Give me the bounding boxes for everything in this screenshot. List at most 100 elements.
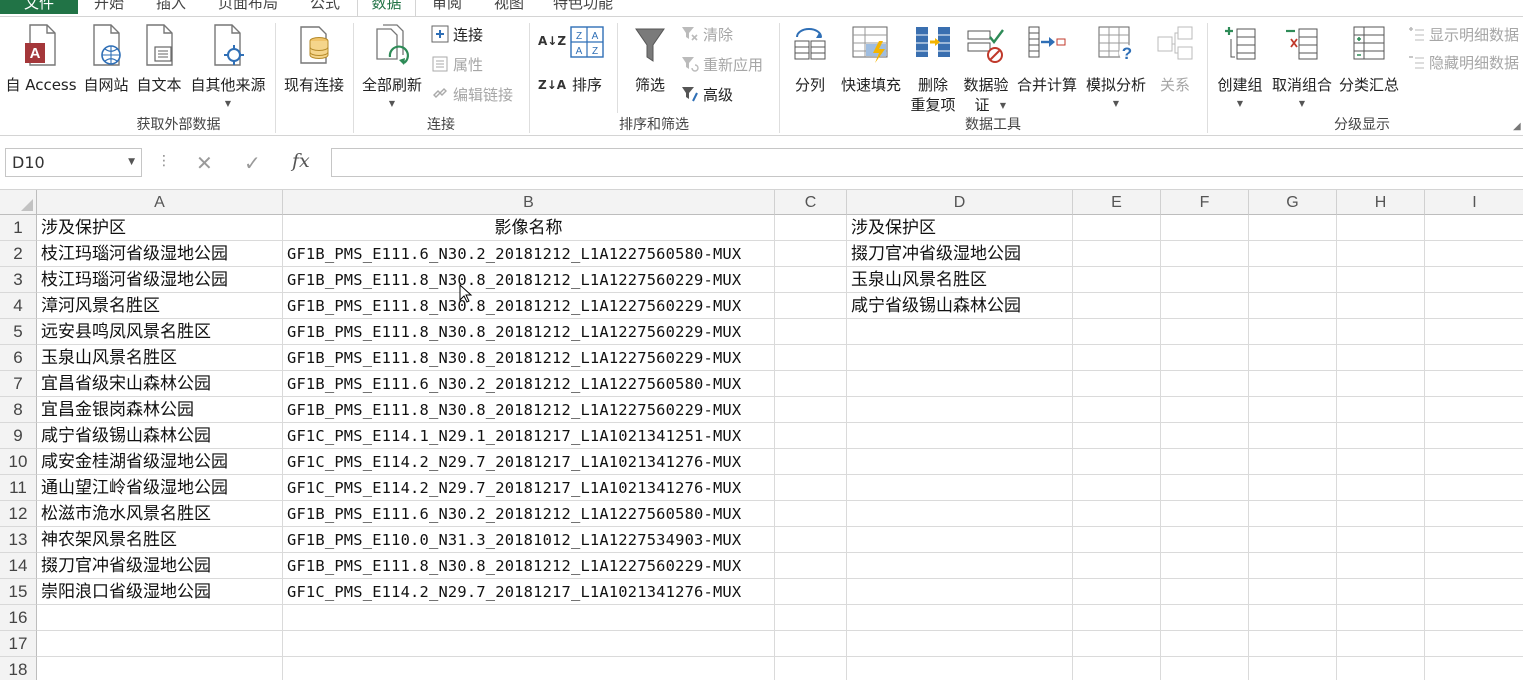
cell-d6[interactable] xyxy=(847,345,1073,371)
cell-i5[interactable] xyxy=(1425,319,1523,345)
cell-b8[interactable]: GF1B_PMS_E111.8_N30.8_20181212_L1A122756… xyxy=(283,397,775,423)
cell-d3[interactable]: 玉泉山风景名胜区 xyxy=(847,267,1073,293)
cell-e16[interactable] xyxy=(1073,605,1161,631)
cell-e17[interactable] xyxy=(1073,631,1161,657)
cell-b5[interactable]: GF1B_PMS_E111.8_N30.8_20181212_L1A122756… xyxy=(283,319,775,345)
cell-c8[interactable] xyxy=(775,397,847,423)
cell-d8[interactable] xyxy=(847,397,1073,423)
cell-a15[interactable]: 崇阳浪口省级湿地公园 xyxy=(37,579,283,605)
cell-c11[interactable] xyxy=(775,475,847,501)
cell-g17[interactable] xyxy=(1249,631,1337,657)
cell-a13[interactable]: 神农架风景名胜区 xyxy=(37,527,283,553)
cell-g15[interactable] xyxy=(1249,579,1337,605)
filter-button[interactable]: 筛选 xyxy=(627,23,673,113)
cell-i8[interactable] xyxy=(1425,397,1523,423)
cell-g12[interactable] xyxy=(1249,501,1337,527)
cell-c1[interactable] xyxy=(775,215,847,241)
cell-a4[interactable]: 漳河风景名胜区 xyxy=(37,293,283,319)
cell-a7[interactable]: 宜昌省级宋山森林公园 xyxy=(37,371,283,397)
cell-d4[interactable]: 咸宁省级锡山森林公园 xyxy=(847,293,1073,319)
cell-a3[interactable]: 枝江玛瑙河省级湿地公园 xyxy=(37,267,283,293)
cell-h5[interactable] xyxy=(1337,319,1425,345)
row-header[interactable]: 2 xyxy=(0,241,37,267)
cell-a12[interactable]: 松滋市洈水风景名胜区 xyxy=(37,501,283,527)
sort-descending-button[interactable]: Z↓A xyxy=(538,75,566,95)
cell-d9[interactable] xyxy=(847,423,1073,449)
cell-g13[interactable] xyxy=(1249,527,1337,553)
tab-file[interactable]: 文件 xyxy=(0,0,78,14)
cell-h10[interactable] xyxy=(1337,449,1425,475)
enter-icon[interactable]: ✓ xyxy=(244,151,261,175)
cell-g9[interactable] xyxy=(1249,423,1337,449)
cell-e3[interactable] xyxy=(1073,267,1161,293)
from-web-button[interactable]: 自网站 xyxy=(80,23,132,113)
cell-b2[interactable]: GF1B_PMS_E111.6_N30.2_20181212_L1A122756… xyxy=(283,241,775,267)
cell-d10[interactable] xyxy=(847,449,1073,475)
cell-e7[interactable] xyxy=(1073,371,1161,397)
cell-e18[interactable] xyxy=(1073,657,1161,680)
cell-d13[interactable] xyxy=(847,527,1073,553)
row-header[interactable]: 4 xyxy=(0,293,37,319)
refresh-all-button[interactable]: 全部刷新 ▼ xyxy=(358,23,426,123)
row-header[interactable]: 11 xyxy=(0,475,37,501)
cell-d1[interactable]: 涉及保护区 xyxy=(847,215,1073,241)
cell-i18[interactable] xyxy=(1425,657,1523,680)
cell-b14[interactable]: GF1B_PMS_E111.8_N30.8_20181212_L1A122756… xyxy=(283,553,775,579)
cell-b3[interactable]: GF1B_PMS_E111.8_N30.8_20181212_L1A122756… xyxy=(283,267,775,293)
row-header[interactable]: 9 xyxy=(0,423,37,449)
column-header-f[interactable]: F xyxy=(1161,190,1249,215)
cell-d15[interactable] xyxy=(847,579,1073,605)
cell-d17[interactable] xyxy=(847,631,1073,657)
flash-fill-button[interactable]: 快速填充 xyxy=(836,23,906,113)
cancel-icon[interactable]: ✕ xyxy=(196,151,213,175)
cell-g14[interactable] xyxy=(1249,553,1337,579)
cell-f6[interactable] xyxy=(1161,345,1249,371)
cell-f16[interactable] xyxy=(1161,605,1249,631)
cell-d12[interactable] xyxy=(847,501,1073,527)
cell-h17[interactable] xyxy=(1337,631,1425,657)
cell-c9[interactable] xyxy=(775,423,847,449)
cell-e12[interactable] xyxy=(1073,501,1161,527)
cell-b16[interactable] xyxy=(283,605,775,631)
more-options-icon[interactable]: ⋮ xyxy=(157,153,171,169)
text-to-columns-button[interactable]: 分列 xyxy=(786,23,834,113)
column-header-g[interactable]: G xyxy=(1249,190,1337,215)
cell-g11[interactable] xyxy=(1249,475,1337,501)
cell-h4[interactable] xyxy=(1337,293,1425,319)
row-header[interactable]: 14 xyxy=(0,553,37,579)
consolidate-button[interactable]: 合并计算 xyxy=(1013,23,1081,113)
cell-i6[interactable] xyxy=(1425,345,1523,371)
cell-e9[interactable] xyxy=(1073,423,1161,449)
cell-b1[interactable]: 影像名称 xyxy=(283,215,775,241)
sort-button[interactable]: Z A A Z 排序 xyxy=(566,23,608,113)
column-header-c[interactable]: C xyxy=(775,190,847,215)
cell-g7[interactable] xyxy=(1249,371,1337,397)
cell-g2[interactable] xyxy=(1249,241,1337,267)
cell-e10[interactable] xyxy=(1073,449,1161,475)
cell-f9[interactable] xyxy=(1161,423,1249,449)
cell-f2[interactable] xyxy=(1161,241,1249,267)
cell-f12[interactable] xyxy=(1161,501,1249,527)
cell-c13[interactable] xyxy=(775,527,847,553)
cell-i11[interactable] xyxy=(1425,475,1523,501)
cell-e15[interactable] xyxy=(1073,579,1161,605)
cell-h8[interactable] xyxy=(1337,397,1425,423)
data-validation-button[interactable]: 数据验 证 ▼ xyxy=(960,23,1012,123)
cell-f5[interactable] xyxy=(1161,319,1249,345)
cell-i2[interactable] xyxy=(1425,241,1523,267)
cell-h12[interactable] xyxy=(1337,501,1425,527)
cell-d18[interactable] xyxy=(847,657,1073,680)
row-header[interactable]: 13 xyxy=(0,527,37,553)
cell-b10[interactable]: GF1C_PMS_E114.2_N29.7_20181217_L1A102134… xyxy=(283,449,775,475)
cell-c18[interactable] xyxy=(775,657,847,680)
cell-i14[interactable] xyxy=(1425,553,1523,579)
cell-d5[interactable] xyxy=(847,319,1073,345)
cell-b9[interactable]: GF1C_PMS_E114.1_N29.1_20181217_L1A102134… xyxy=(283,423,775,449)
relationships-button[interactable]: 关系 xyxy=(1152,23,1198,113)
cell-c7[interactable] xyxy=(775,371,847,397)
connections-button[interactable]: 连接 xyxy=(431,25,483,45)
cell-e1[interactable] xyxy=(1073,215,1161,241)
tab-review[interactable]: 审阅 xyxy=(432,0,462,14)
cell-h9[interactable] xyxy=(1337,423,1425,449)
cell-h15[interactable] xyxy=(1337,579,1425,605)
